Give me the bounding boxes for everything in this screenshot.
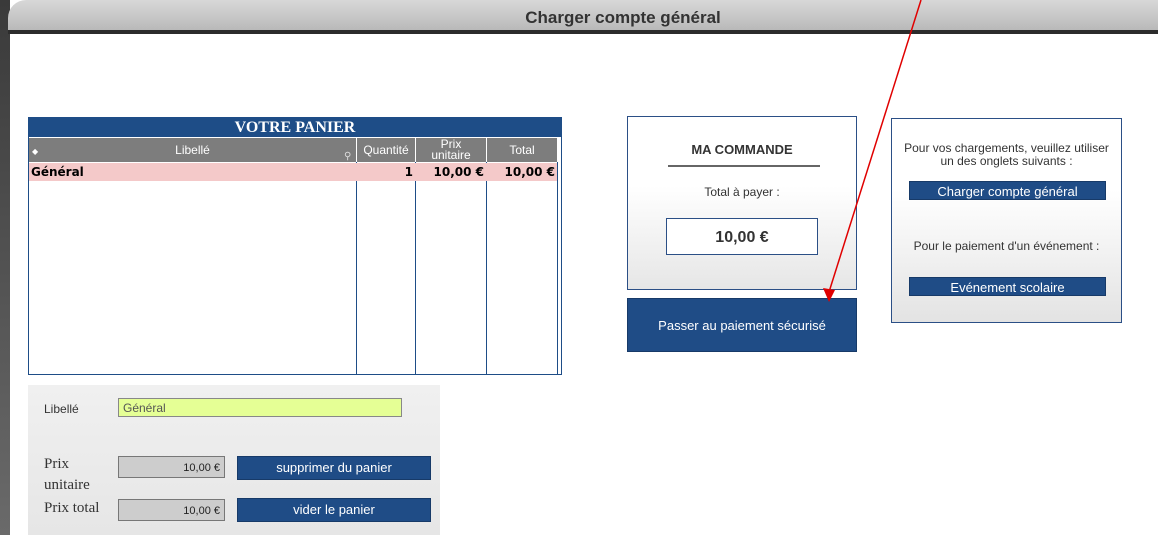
annotation-arrow — [823, 0, 922, 302]
